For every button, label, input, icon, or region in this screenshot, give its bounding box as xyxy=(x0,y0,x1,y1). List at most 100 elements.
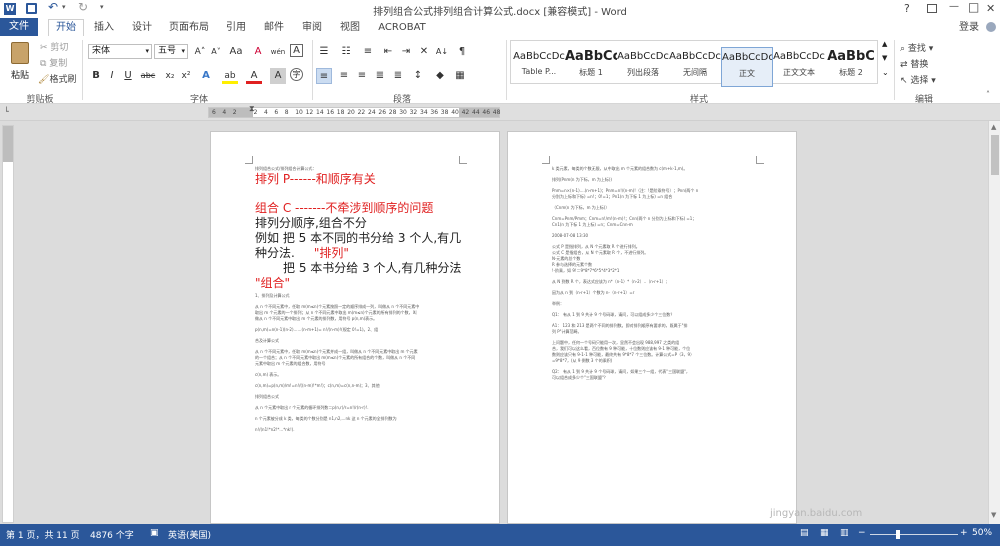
char-shading-button[interactable]: A xyxy=(270,68,286,84)
scroll-up-icon[interactable]: ▲ xyxy=(991,123,996,131)
zoom-in-icon[interactable]: + xyxy=(960,528,968,538)
language[interactable]: 英语(美国) xyxy=(168,528,211,541)
superscript-button[interactable]: x² xyxy=(178,68,194,84)
numbering-button[interactable]: ☷ xyxy=(338,44,354,60)
zoom-level[interactable]: 50% xyxy=(972,528,992,538)
minimize-button[interactable]: — xyxy=(949,1,959,12)
select-button[interactable]: ↖ 选择 ▾ xyxy=(900,73,936,86)
grow-font-button[interactable]: A˄ xyxy=(192,44,208,60)
style-table-p[interactable]: AaBbCcDc Table P... xyxy=(513,47,565,87)
decrease-indent-button[interactable]: ⇤ xyxy=(380,44,396,60)
page-2[interactable]: k 类元素，每类的个数无限，从中取出 m 个元素的组合数为 c(m+k-1,m)… xyxy=(507,131,797,524)
page-count[interactable]: 第 1 页，共 11 页 xyxy=(6,528,80,541)
styles-scroll-up-icon[interactable]: ▲ xyxy=(882,40,887,48)
replace-button[interactable]: ⇄ 替换 xyxy=(900,57,928,70)
scroll-down-icon[interactable]: ▼ xyxy=(991,511,996,519)
align-left-button[interactable]: ≡ xyxy=(316,68,332,84)
increase-indent-button[interactable]: ⇥ xyxy=(398,44,414,60)
scrollbar-thumb[interactable] xyxy=(991,135,999,175)
undo-dropdown-icon[interactable]: ▾ xyxy=(62,3,66,11)
maximize-button[interactable]: □ xyxy=(968,0,979,14)
phonetic-button[interactable]: wén xyxy=(268,44,288,60)
style-heading-2[interactable]: AaBbC 标题 2 xyxy=(825,47,877,87)
doc-line: 排列 P------和顺序有关 xyxy=(255,172,376,186)
format-painter-button[interactable]: 🖌格式刷 xyxy=(38,72,76,85)
font-color-button[interactable]: A xyxy=(246,68,262,84)
font-size-select[interactable]: 五号 ▾ xyxy=(154,44,188,59)
tab-insert[interactable]: 插入 xyxy=(86,20,122,35)
style-no-spacing[interactable]: AaBbCcDc 无间隔 xyxy=(669,47,721,87)
tab-review[interactable]: 审阅 xyxy=(294,20,330,35)
shading-button[interactable]: ◆ xyxy=(432,68,448,84)
zoom-slider[interactable] xyxy=(870,530,958,539)
web-layout-icon[interactable]: ▥ xyxy=(840,528,849,538)
login-link[interactable]: 登录 xyxy=(955,20,983,35)
customize-qat-icon[interactable]: ▾ xyxy=(100,3,104,11)
help-button[interactable]: ? xyxy=(904,2,910,15)
read-mode-icon[interactable]: ▤ xyxy=(800,528,809,538)
highlight-button[interactable]: ab xyxy=(222,68,238,84)
style-normal[interactable]: AaBbCcDc 正文 xyxy=(721,47,773,87)
zoom-slider-thumb[interactable] xyxy=(896,530,900,539)
line-spacing-button[interactable]: ↕ xyxy=(410,68,426,84)
tab-references[interactable]: 引用 xyxy=(218,20,254,35)
subscript-button[interactable]: x₂ xyxy=(162,68,178,84)
multilevel-button[interactable]: ≡ xyxy=(360,44,376,60)
chinese-layout-button[interactable]: ✕ xyxy=(416,44,432,60)
word-logo-icon: W xyxy=(4,3,16,15)
proofing-icon[interactable]: ▣ xyxy=(150,528,159,538)
tab-mailings[interactable]: 邮件 xyxy=(256,20,292,35)
distributed-button[interactable]: ≣ xyxy=(390,68,406,84)
tab-view[interactable]: 视图 xyxy=(332,20,368,35)
strikethrough-button[interactable]: abc xyxy=(138,68,158,84)
close-button[interactable]: ✕ xyxy=(986,2,995,15)
underline-button[interactable]: U xyxy=(120,68,136,84)
styles-more-icon[interactable]: ⌄ xyxy=(882,68,889,77)
print-layout-icon[interactable]: ▦ xyxy=(820,528,829,538)
tab-design[interactable]: 设计 xyxy=(124,20,160,35)
bullets-button[interactable]: ☰ xyxy=(316,44,332,60)
shrink-font-button[interactable]: A˅ xyxy=(208,44,224,60)
tab-layout[interactable]: 页面布局 xyxy=(164,20,214,35)
enclose-char-button[interactable]: 字 xyxy=(290,68,303,81)
horizontal-ruler[interactable]: 6 4 2 2 4 6 8 10 12 14 16 18 20 22 24 26 28 30 32 34 36 38 40 4… xyxy=(0,104,1000,121)
tab-acrobat[interactable]: ACROBAT xyxy=(372,20,432,35)
tab-home[interactable]: 开始 xyxy=(48,19,84,36)
tab-file[interactable]: 文件 xyxy=(0,18,38,36)
styles-scroll-down-icon[interactable]: ▼ xyxy=(882,54,887,62)
justify-button[interactable]: ≣ xyxy=(372,68,388,84)
save-icon[interactable] xyxy=(26,3,37,14)
sort-button[interactable]: A↓ xyxy=(432,44,452,60)
char-border-button[interactable]: A xyxy=(290,44,303,57)
vertical-scrollbar[interactable]: ▲ ▼ xyxy=(988,121,1000,524)
align-right-button[interactable]: ≡ xyxy=(354,68,370,84)
style-heading-1[interactable]: AaBbCc 标题 1 xyxy=(565,47,617,87)
collapse-ribbon-icon[interactable]: ˄ xyxy=(986,90,990,99)
style-body-text[interactable]: AaBbCcDc 正文文本 xyxy=(773,47,825,87)
font-name-value: 宋体 xyxy=(92,46,111,56)
borders-button[interactable]: ▦ xyxy=(452,68,468,84)
user-icon[interactable] xyxy=(986,22,996,32)
clear-format-button[interactable]: A xyxy=(250,44,266,60)
italic-button[interactable]: I xyxy=(104,68,120,84)
cut-button[interactable]: ✂ 剪切 xyxy=(40,40,68,53)
align-center-button[interactable]: ≡ xyxy=(336,68,352,84)
word-count[interactable]: 4876 个字 xyxy=(90,528,134,541)
zoom-out-icon[interactable]: − xyxy=(858,528,866,538)
ribbon-display-button[interactable] xyxy=(927,4,937,13)
paste-button[interactable]: 粘贴 xyxy=(6,40,34,84)
tab-selector-icon[interactable]: └ xyxy=(4,107,9,116)
show-marks-button[interactable]: ¶ xyxy=(454,44,470,60)
text-effects-button[interactable]: A xyxy=(198,68,214,84)
undo-icon[interactable]: ↶ xyxy=(48,0,58,14)
document-workspace[interactable]: 排列组合公式/排列组合计算公式： 排列 P------和顺序有关 组合 C --… xyxy=(0,121,1000,524)
style-list-paragraph[interactable]: AaBbCcDc 列出段落 xyxy=(617,47,669,87)
copy-button[interactable]: ⧉ 复制 xyxy=(40,56,67,69)
font-name-select[interactable]: 宋体 ▾ xyxy=(88,44,152,59)
indent-marker-icon[interactable]: ⧗ xyxy=(249,104,255,114)
redo-icon[interactable]: ↻ xyxy=(78,0,88,14)
bold-button[interactable]: B xyxy=(88,68,104,84)
find-button[interactable]: ⌕ 查找 ▾ xyxy=(900,41,933,54)
page-1[interactable]: 排列组合公式/排列组合计算公式： 排列 P------和顺序有关 组合 C --… xyxy=(210,131,500,524)
change-case-button[interactable]: Aa xyxy=(226,44,246,60)
